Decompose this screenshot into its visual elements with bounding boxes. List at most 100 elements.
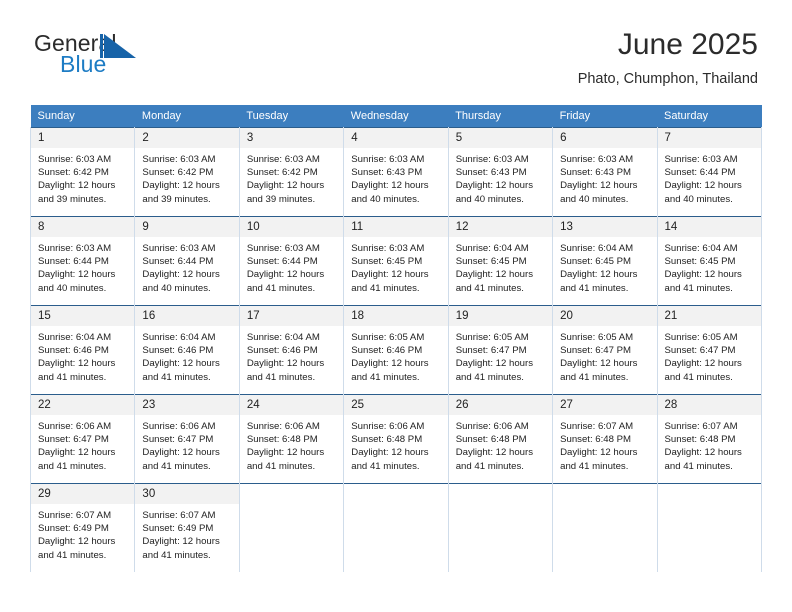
calendar-day-cell[interactable]: 15 Sunrise: 6:04 AM Sunset: 6:46 PM Dayligh… — [29, 305, 136, 395]
sunrise-text: Sunrise: 6:03 AM — [455, 154, 529, 165]
weekday-header-friday: Friday — [552, 105, 658, 128]
day-cell-inner: 27 Sunrise: 6:07 AM Sunset: 6:48 PM Dayligh… — [553, 395, 657, 483]
calendar-day-cell[interactable]: 25 Sunrise: 6:06 AM Sunset: 6:48 PM Dayligh… — [343, 394, 449, 484]
calendar-day-cell-empty — [447, 483, 554, 572]
sunrise-text: Sunrise: 6:03 AM — [560, 154, 634, 165]
calendar-day-cell[interactable]: 2 Sunrise: 6:03 AM Sunset: 6:42 PM Daylight… — [134, 127, 240, 217]
day-cell-inner: 22 Sunrise: 6:06 AM Sunset: 6:47 PM Dayligh… — [31, 395, 135, 483]
sunset-text: Sunset: 6:44 PM — [246, 256, 318, 268]
calendar-day-cell[interactable]: 1 Sunrise: 6:03 AM Sunset: 6:42 PM Daylight… — [29, 127, 136, 217]
day-cell-inner: 4 Sunrise: 6:03 AM Sunset: 6:43 PM Daylight… — [344, 128, 448, 216]
day-sun-info: Sunrise: 6:06 AM Sunset: 6:47 PM Daylight:… — [31, 415, 134, 473]
daylight-text-line2: and 41 minutes. — [38, 371, 107, 383]
calendar-day-cell[interactable]: 18 Sunrise: 6:05 AM Sunset: 6:46 PM Dayligh… — [343, 305, 449, 395]
daylight-text-line2: and 41 minutes. — [246, 460, 316, 472]
sunrise-text: Sunrise: 6:03 AM — [38, 154, 112, 165]
calendar-day-cell-empty — [343, 483, 449, 572]
day-sun-info: Sunrise: 6:06 AM Sunset: 6:47 PM Daylight:… — [135, 415, 238, 473]
daylight-text-line1: Daylight: 12 hours — [38, 269, 116, 281]
calendar-day-cell[interactable]: 10 Sunrise: 6:03 AM Sunset: 6:44 PM Dayligh… — [238, 216, 345, 306]
calendar-head: Sunday Monday Tuesday Wednesday Thursday… — [30, 105, 762, 128]
calendar-day-cell[interactable]: 21 Sunrise: 6:05 AM Sunset: 6:47 PM Dayligh… — [656, 305, 763, 395]
calendar-week-row: 29 Sunrise: 6:07 AM Sunset: 6:49 PM Dayligh… — [29, 483, 763, 572]
day-cell-inner: 3 Sunrise: 6:03 AM Sunset: 6:42 PM Daylight… — [239, 128, 344, 216]
daylight-text-line1: Daylight: 12 hours — [351, 447, 429, 459]
page-header: General Blue June 2025 Phato, Chumphon, … — [34, 28, 758, 96]
daylight-text-line1: Daylight: 12 hours — [142, 447, 220, 459]
calendar-day-cell[interactable]: 13 Sunrise: 6:04 AM Sunset: 6:45 PM Dayligh… — [552, 216, 658, 306]
sunset-text: Sunset: 6:47 PM — [560, 345, 632, 357]
daylight-text-line2: and 41 minutes. — [560, 371, 629, 383]
daylight-text-line1: Daylight: 12 hours — [560, 358, 638, 370]
brand-logo[interactable]: General Blue — [34, 30, 204, 88]
daylight-text-line1: Daylight: 12 hours — [351, 358, 429, 370]
sunset-text: Sunset: 6:47 PM — [455, 345, 527, 357]
calendar-day-cell[interactable]: 11 Sunrise: 6:03 AM Sunset: 6:45 PM Dayligh… — [343, 216, 449, 306]
sunset-text: Sunset: 6:43 PM — [351, 167, 423, 179]
daylight-text-line1: Daylight: 12 hours — [142, 269, 220, 281]
calendar-day-cell[interactable]: 24 Sunrise: 6:06 AM Sunset: 6:48 PM Dayligh… — [238, 394, 345, 484]
day-number: 19 — [448, 306, 553, 326]
sunrise-text: Sunrise: 6:07 AM — [664, 421, 738, 432]
day-sun-info: Sunrise: 6:05 AM Sunset: 6:46 PM Daylight:… — [344, 326, 447, 384]
day-number — [448, 484, 553, 504]
calendar-day-cell[interactable]: 5 Sunrise: 6:03 AM Sunset: 6:43 PM Daylight… — [447, 127, 554, 217]
day-cell-inner: 10 Sunrise: 6:03 AM Sunset: 6:44 PM Dayligh… — [239, 217, 344, 305]
day-cell-inner: 9 Sunrise: 6:03 AM Sunset: 6:44 PM Daylight… — [135, 217, 239, 305]
calendar-day-cell[interactable]: 23 Sunrise: 6:06 AM Sunset: 6:47 PM Dayligh… — [134, 394, 240, 484]
daylight-text-line2: and 41 minutes. — [455, 371, 524, 383]
sunset-text: Sunset: 6:45 PM — [351, 256, 423, 268]
calendar-day-cell[interactable]: 4 Sunrise: 6:03 AM Sunset: 6:43 PM Daylight… — [343, 127, 449, 217]
daylight-text-line1: Daylight: 12 hours — [246, 180, 325, 192]
calendar-day-cell[interactable]: 17 Sunrise: 6:04 AM Sunset: 6:46 PM Dayligh… — [238, 305, 345, 395]
calendar-day-cell[interactable]: 14 Sunrise: 6:04 AM Sunset: 6:45 PM Dayligh… — [656, 216, 763, 306]
calendar-day-cell[interactable]: 16 Sunrise: 6:04 AM Sunset: 6:46 PM Dayligh… — [134, 305, 240, 395]
day-cell-inner — [553, 484, 657, 572]
sunrise-text: Sunrise: 6:03 AM — [142, 243, 216, 254]
calendar-day-cell[interactable]: 30 Sunrise: 6:07 AM Sunset: 6:49 PM Dayligh… — [134, 483, 240, 572]
calendar-day-cell[interactable]: 19 Sunrise: 6:05 AM Sunset: 6:47 PM Dayligh… — [447, 305, 554, 395]
calendar-day-cell[interactable]: 28 Sunrise: 6:07 AM Sunset: 6:48 PM Dayligh… — [656, 394, 763, 484]
day-sun-info: Sunrise: 6:07 AM Sunset: 6:48 PM Daylight:… — [658, 415, 761, 473]
day-cell-inner: 14 Sunrise: 6:04 AM Sunset: 6:45 PM Dayligh… — [657, 217, 761, 305]
calendar-day-cell[interactable]: 20 Sunrise: 6:05 AM Sunset: 6:47 PM Dayligh… — [552, 305, 658, 395]
daylight-text-line2: and 40 minutes. — [664, 193, 733, 205]
sunset-text: Sunset: 6:42 PM — [142, 167, 214, 179]
sunset-text: Sunset: 6:48 PM — [351, 434, 423, 446]
daylight-text-line2: and 41 minutes. — [246, 371, 316, 383]
calendar-day-cell[interactable]: 8 Sunrise: 6:03 AM Sunset: 6:44 PM Daylight… — [29, 216, 136, 306]
day-sun-info: Sunrise: 6:04 AM Sunset: 6:46 PM Daylight:… — [240, 326, 343, 384]
sunset-text: Sunset: 6:43 PM — [455, 167, 527, 179]
day-cell-inner: 30 Sunrise: 6:07 AM Sunset: 6:49 PM Dayligh… — [135, 484, 239, 572]
day-number: 17 — [239, 306, 344, 326]
sunrise-text: Sunrise: 6:06 AM — [38, 421, 112, 432]
calendar-week-row: 1 Sunrise: 6:03 AM Sunset: 6:42 PM Daylight… — [29, 127, 763, 217]
day-sun-info: Sunrise: 6:04 AM Sunset: 6:45 PM Daylight:… — [449, 237, 552, 295]
calendar-day-cell[interactable]: 26 Sunrise: 6:06 AM Sunset: 6:48 PM Dayligh… — [447, 394, 554, 484]
calendar-day-cell[interactable]: 6 Sunrise: 6:03 AM Sunset: 6:43 PM Daylight… — [552, 127, 658, 217]
calendar-day-cell[interactable]: 29 Sunrise: 6:07 AM Sunset: 6:49 PM Dayligh… — [29, 483, 136, 572]
calendar-day-cell[interactable]: 12 Sunrise: 6:04 AM Sunset: 6:45 PM Dayligh… — [447, 216, 554, 306]
calendar-day-cell[interactable]: 3 Sunrise: 6:03 AM Sunset: 6:42 PM Daylight… — [238, 127, 345, 217]
calendar-week-row: 22 Sunrise: 6:06 AM Sunset: 6:47 PM Dayligh… — [29, 394, 763, 484]
sunrise-text: Sunrise: 6:07 AM — [142, 510, 216, 521]
calendar-day-cell[interactable]: 9 Sunrise: 6:03 AM Sunset: 6:44 PM Daylight… — [134, 216, 240, 306]
day-number: 9 — [135, 217, 239, 237]
calendar-day-cell[interactable]: 27 Sunrise: 6:07 AM Sunset: 6:48 PM Dayligh… — [552, 394, 658, 484]
daylight-text-line1: Daylight: 12 hours — [246, 358, 325, 370]
day-cell-inner — [657, 484, 761, 572]
daylight-text-line1: Daylight: 12 hours — [560, 447, 638, 459]
day-cell-inner — [239, 484, 344, 572]
daylight-text-line2: and 41 minutes. — [455, 460, 524, 472]
sunrise-text: Sunrise: 6:03 AM — [664, 154, 738, 165]
day-sun-info: Sunrise: 6:05 AM Sunset: 6:47 PM Daylight:… — [449, 326, 552, 384]
day-cell-inner: 15 Sunrise: 6:04 AM Sunset: 6:46 PM Dayligh… — [31, 306, 135, 394]
day-number: 13 — [553, 217, 657, 237]
calendar-day-cell[interactable]: 7 Sunrise: 6:03 AM Sunset: 6:44 PM Daylight… — [656, 127, 763, 217]
calendar-day-cell-empty — [656, 483, 763, 572]
sunset-text: Sunset: 6:48 PM — [455, 434, 527, 446]
calendar-day-cell[interactable]: 22 Sunrise: 6:06 AM Sunset: 6:47 PM Dayligh… — [29, 394, 136, 484]
weekday-header-tuesday: Tuesday — [239, 105, 344, 128]
sunrise-text: Sunrise: 6:06 AM — [351, 421, 425, 432]
day-sun-info: Sunrise: 6:05 AM Sunset: 6:47 PM Daylight:… — [553, 326, 656, 384]
